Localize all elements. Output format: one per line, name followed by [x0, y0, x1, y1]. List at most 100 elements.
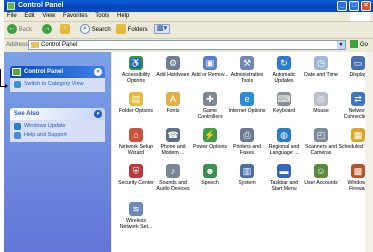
item-add-remove[interactable]: ▣ Add or Remov...	[190, 56, 230, 91]
menu-edit[interactable]: Edit	[24, 13, 34, 19]
item-label: Phone and Modem ...	[160, 144, 186, 156]
item-fonts[interactable]: A Fonts	[153, 92, 193, 127]
go-arrow-icon	[350, 40, 358, 49]
control-panel-icon	[12, 68, 21, 76]
item-hardware[interactable]: ⚙ Add Hardware	[153, 56, 193, 91]
taskbar-icon: ▬	[277, 164, 291, 178]
menu-help[interactable]: Help	[117, 13, 129, 19]
item-label: Wireless Network Set...	[119, 218, 153, 230]
globe-icon: ◍	[277, 128, 291, 142]
title-bar[interactable]: Control Panel _ □ ×	[4, 0, 373, 12]
item-label: Add or Remov...	[191, 72, 229, 78]
task-pane: Control Panel « Switch to Category View …	[4, 52, 111, 252]
windows-update-link[interactable]: Windows Update	[10, 122, 105, 131]
menu-favorites[interactable]: Favorites	[63, 13, 88, 19]
item-phone[interactable]: ☎ Phone and Modem ...	[153, 128, 193, 163]
item-scanner[interactable]: ◰ Scanners and Cameras	[301, 128, 341, 163]
item-mouse[interactable]: ◎ Mouse	[301, 92, 341, 127]
see-also-section-header[interactable]: See Also «	[10, 108, 105, 120]
item-globe[interactable]: ◍ Regional and Language ...	[264, 128, 304, 163]
add-remove-icon: ▣	[203, 56, 217, 70]
item-printer[interactable]: ⎙ Printers and Faxes	[227, 128, 267, 163]
item-label: System	[238, 180, 256, 186]
switch-category-view-link[interactable]: Switch to Category View	[10, 80, 105, 89]
collapse-icon[interactable]: «	[94, 110, 102, 118]
network-icon: ⇄	[351, 92, 365, 106]
help-support-link[interactable]: Help and Support	[10, 131, 105, 140]
firewall-icon: ▩	[351, 164, 365, 178]
see-also-section: Windows Update Help and Support	[10, 120, 105, 142]
item-updates[interactable]: ↻ Automatic Updates	[264, 56, 304, 91]
views-button[interactable]: ▥▾	[154, 24, 170, 36]
address-value: Control Panel	[41, 42, 78, 48]
search-button[interactable]: ⌕ Search	[80, 24, 111, 36]
speaker-icon: ♪	[166, 164, 180, 178]
back-button[interactable]: ← Back	[7, 24, 32, 36]
item-gamepad[interactable]: ✚ Game Controllers	[190, 92, 230, 127]
item-system[interactable]: ▥ System	[227, 164, 267, 199]
menu-view[interactable]: View	[42, 13, 55, 19]
forward-arrow-icon: →	[42, 24, 52, 35]
item-shield[interactable]: ⛨ Security Center	[116, 164, 156, 199]
item-label: Fonts	[166, 108, 180, 114]
item-label: Display	[349, 72, 367, 78]
address-input[interactable]: Control Panel ▼	[28, 40, 346, 50]
phone-icon: ☎	[166, 128, 180, 142]
maximize-button[interactable]: □	[349, 1, 359, 11]
item-speech[interactable]: ☻ Speech	[190, 164, 230, 199]
up-folder-icon: ↑	[60, 24, 70, 35]
windows-update-icon	[14, 123, 21, 130]
close-button[interactable]: ×	[361, 1, 371, 11]
system-icon: ▥	[240, 164, 254, 178]
item-users[interactable]: ☺ User Accounts	[301, 164, 341, 199]
network-wizard-icon: ⌂	[129, 128, 143, 142]
item-label: Folder Options	[118, 108, 154, 114]
users-icon: ☺	[314, 164, 328, 178]
item-label: Speech	[201, 180, 219, 186]
item-folder[interactable]: ▤ Folder Options	[116, 92, 156, 127]
item-network-wizard[interactable]: ⌂ Network Setup Wizard	[116, 128, 156, 163]
item-label: Keyboard	[272, 108, 296, 114]
go-button[interactable]: Go	[350, 40, 372, 50]
menu-tools[interactable]: Tools	[95, 13, 109, 19]
back-arrow-icon: ←	[7, 24, 17, 35]
menu-file[interactable]: File	[7, 13, 17, 19]
item-label: Internet Options	[228, 108, 266, 114]
menu-bar: File Edit View Favorites Tools Help	[4, 12, 373, 22]
item-keyboard[interactable]: ⌨ Keyboard	[264, 92, 304, 127]
fonts-icon: A	[166, 92, 180, 106]
control-panel-section-header[interactable]: Control Panel «	[10, 66, 105, 78]
search-icon: ⌕	[80, 24, 90, 35]
folders-button[interactable]: Folders	[116, 24, 148, 36]
item-admin-tools[interactable]: ⚒ Administrative Tools	[227, 56, 267, 91]
speech-icon: ☻	[203, 164, 217, 178]
shield-icon: ⛨	[129, 164, 143, 178]
item-power[interactable]: ⚡ Power Options	[190, 128, 230, 163]
item-clock[interactable]: ◷ Date and Time	[301, 56, 341, 91]
hardware-icon: ⚙	[166, 56, 180, 70]
item-label: Game Controllers	[197, 108, 223, 120]
clock-icon: ◷	[314, 56, 328, 70]
item-label: Printers and Faxes	[233, 144, 261, 156]
scrollbar[interactable]	[365, 52, 373, 252]
item-label: Security Center	[118, 180, 154, 186]
minimize-button[interactable]: _	[337, 1, 347, 11]
forward-button[interactable]: →	[42, 24, 52, 36]
internet-icon: e	[240, 92, 254, 106]
keyboard-icon: ⌨	[277, 92, 291, 106]
item-accessibility[interactable]: ♿ Accessibility Options	[116, 56, 156, 91]
accessibility-icon: ♿	[129, 56, 143, 70]
item-internet[interactable]: e Internet Options	[227, 92, 267, 127]
item-wireless[interactable]: ≋ Wireless Network Set...	[116, 202, 156, 237]
item-speaker[interactable]: ♪ Sounds and Audio Devices	[153, 164, 193, 199]
up-folder-button[interactable]: ↑	[60, 24, 70, 36]
mouse-icon: ◎	[314, 92, 328, 106]
collapse-icon[interactable]: «	[94, 68, 102, 76]
control-panel-section: Switch to Category View	[10, 78, 105, 92]
window-title: Control Panel	[18, 2, 64, 9]
tasks-icon: ▦	[351, 128, 365, 142]
item-taskbar[interactable]: ▬ Taskbar and Start Menu	[264, 164, 304, 199]
admin-tools-icon: ⚒	[240, 56, 254, 70]
chevron-down-icon[interactable]: ▼	[337, 41, 345, 49]
folders-icon	[116, 24, 126, 35]
